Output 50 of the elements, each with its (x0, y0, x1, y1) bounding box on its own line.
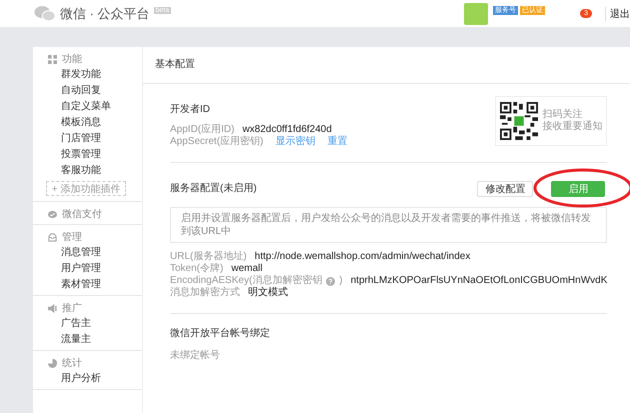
edit-config-button[interactable]: 修改配置 (477, 181, 534, 197)
sidebar-section-title: 推广 (62, 302, 82, 315)
field-label: AppID(应用ID) (170, 124, 234, 136)
sidebar-item[interactable]: 自定义菜单 (33, 99, 142, 115)
sidebar-section-title: 功能 (62, 52, 82, 66)
sidebar-item[interactable]: 消息管理 (33, 245, 142, 261)
sidebar-section-title: 统计 (62, 356, 82, 370)
tray-icon (48, 232, 57, 242)
section-heading: 服务器配置(未启用) (170, 182, 257, 195)
pie-chart-icon (48, 358, 57, 368)
field-value: ntprhLMzKOPOarFlsUYnNaOEtOfLonICGBUOmHnWvdK (350, 275, 608, 287)
sidebar-item[interactable]: 投票管理 (33, 147, 142, 163)
qr-code-icon (500, 102, 538, 140)
sidebar-item[interactable]: 素材管理 (33, 277, 142, 293)
sidebar-item[interactable]: 群发功能 (33, 67, 142, 83)
field-label: EncodingAESKey(消息加解密密钥 (170, 275, 322, 286)
sidebar-item[interactable]: 自动回复 (33, 83, 142, 99)
field-value: wx82dc0ff1fd6f240d (242, 124, 332, 136)
chat-bubble-icon (48, 210, 57, 218)
field-value: http://node.wemallshop.com/admin/wechat/index (254, 251, 470, 263)
qr-caption: 扫码关注 (542, 109, 584, 120)
field-label: URL(服务器地址) (170, 251, 247, 263)
sidebar-item[interactable]: 广告主 (33, 316, 142, 332)
sidebar-section-title: 微信支付 (62, 208, 102, 221)
qr-caption: 接收重要通知 (542, 121, 602, 133)
binding-status: 未绑定帐号 (170, 348, 221, 362)
sidebar-section-title: 管理 (62, 231, 82, 244)
sidebar-item[interactable]: 用户分析 (33, 371, 142, 387)
notice-box: 启用并设置服务器配置后，用户发给公众号的消息以及开发者需要的事件推送，将被微信转发到该URL中 (170, 207, 608, 243)
field-value: 明文模式 (248, 287, 288, 299)
avatar[interactable] (464, 2, 488, 24)
help-icon[interactable] (326, 276, 336, 286)
field-label: Token(令牌) (170, 263, 224, 275)
logout-link[interactable]: 退出 (605, 6, 630, 20)
sidebar-item[interactable]: 门店管理 (33, 131, 142, 147)
sidebar-item[interactable]: 客服功能 (33, 163, 142, 179)
field-label: ) (339, 275, 343, 287)
sidebar-item[interactable]: 流量主 (33, 332, 142, 348)
chat-bubbles-icon (34, 5, 56, 22)
sidebar-item[interactable]: 用户管理 (33, 261, 142, 277)
field-label: AppSecret(应用密钥) (170, 136, 264, 148)
page-title: 基本配置 (143, 47, 630, 84)
grid-icon (48, 54, 57, 64)
section-heading: 微信开放平台帐号绑定 (170, 326, 271, 340)
megaphone-icon (48, 304, 57, 312)
field-label: 消息加解密方式 (170, 287, 240, 299)
field-value: wemall (231, 263, 262, 274)
section-heading: 开发者ID (170, 102, 211, 116)
sidebar-item[interactable]: 模板消息 (33, 115, 142, 131)
platform-title: 微信 · 公众平台 (60, 4, 150, 22)
